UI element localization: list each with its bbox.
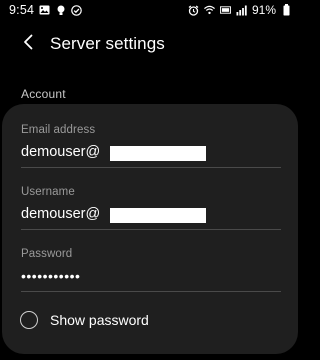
email-field[interactable]: Email address demouser@ <box>21 124 281 168</box>
screen: 9:54 91% Server settings Account Email a… <box>0 0 300 360</box>
password-field-value[interactable]: ••••••••••• <box>21 266 80 286</box>
section-header-account: Account <box>21 87 66 101</box>
email-field-label: Email address <box>21 124 96 136</box>
email-field-underline <box>21 167 281 168</box>
show-password-checkbox[interactable] <box>20 311 38 329</box>
account-card: Email address demouser@ Username demouse… <box>2 104 298 354</box>
username-field-underline <box>21 229 281 230</box>
show-password-label: Show password <box>50 312 149 328</box>
wifi-icon <box>204 5 215 16</box>
bulb-icon <box>55 5 66 16</box>
redaction-block <box>110 208 206 223</box>
back-button[interactable] <box>6 22 50 66</box>
password-field-label: Password <box>21 248 73 260</box>
lte-icon <box>219 5 231 16</box>
battery-icon <box>281 4 292 16</box>
status-bar: 9:54 91% <box>0 0 300 20</box>
username-field-value-row: demouser@ <box>21 204 281 224</box>
redaction-block <box>110 146 206 161</box>
status-bar-right: 91% <box>188 3 292 17</box>
app-bar: Server settings <box>0 22 300 66</box>
status-bar-left: 9:54 <box>9 3 82 17</box>
username-field[interactable]: Username demouser@ <box>21 186 281 230</box>
email-field-value[interactable]: demouser@ <box>21 142 100 162</box>
username-field-value[interactable]: demouser@ <box>21 204 100 224</box>
password-field[interactable]: Password ••••••••••• <box>21 248 281 292</box>
back-arrow-icon <box>22 34 34 55</box>
username-field-label: Username <box>21 186 75 198</box>
alarm-icon <box>188 5 199 16</box>
page-title: Server settings <box>50 34 165 53</box>
password-field-underline <box>21 291 281 292</box>
show-password-toggle[interactable]: Show password <box>20 311 149 329</box>
status-time: 9:54 <box>9 3 35 17</box>
gallery-icon <box>39 5 50 16</box>
email-field-value-row: demouser@ <box>21 142 281 162</box>
signal-icon <box>236 5 247 16</box>
battery-percent: 91% <box>251 3 276 17</box>
check-circle-icon <box>71 4 82 16</box>
password-field-value-row: ••••••••••• <box>21 266 281 286</box>
